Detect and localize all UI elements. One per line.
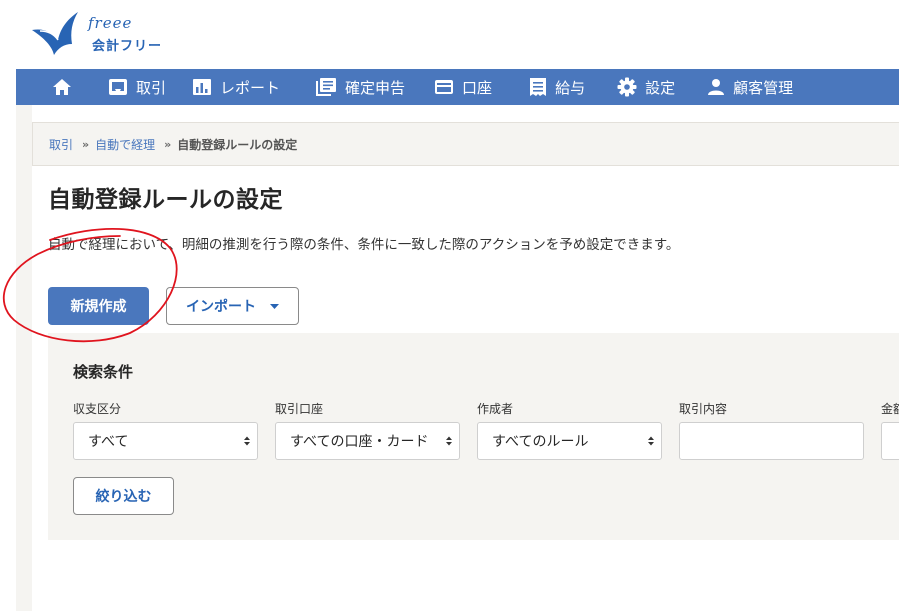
filter-button[interactable]: 絞り込む xyxy=(73,477,174,515)
select-arrows-icon xyxy=(648,436,654,446)
brand-script: freee xyxy=(88,14,133,32)
bar-chart-icon xyxy=(193,79,212,95)
import-label: インポート xyxy=(186,299,256,315)
nav-item-settings[interactable]: 設定 xyxy=(617,69,675,105)
nav-label-tax-return: 確定申告 xyxy=(345,78,406,97)
breadcrumb-current: 自動登録ルールの設定 xyxy=(177,137,298,152)
nav-label-customers: 顧客管理 xyxy=(733,78,794,97)
breadcrumb: 取引 » 自動で経理 » 自動登録ルールの設定 xyxy=(32,122,899,166)
creator-select[interactable]: すべてのルール xyxy=(477,422,662,460)
breadcrumb-separator: » xyxy=(82,137,90,151)
nav-label-payroll: 給与 xyxy=(555,78,586,97)
nav-item-reports[interactable]: レポート xyxy=(192,69,280,105)
search-panel: 検索条件 収支区分 すべて 取引口座 すべての口座・カード 作成者 すべてのルー… xyxy=(48,333,899,540)
nav-label-settings: 設定 xyxy=(645,78,676,97)
page-description: 自動で経理において、明細の推測を行う際の条件、条件に一致した際のアクションを予め… xyxy=(48,237,680,253)
nav-item-payroll[interactable]: 給与 xyxy=(529,69,585,105)
description-input[interactable] xyxy=(679,422,864,460)
swallow-logo-icon xyxy=(32,12,78,55)
nav-label-accounts: 口座 xyxy=(462,78,493,97)
breadcrumb-link-transactions[interactable]: 取引 xyxy=(49,136,73,153)
creator-value: すべてのルール xyxy=(492,434,589,450)
main-navbar: 取引 レポート 確定申告 口座 給与 設定 顧客管理 xyxy=(16,69,899,105)
freee-logo[interactable]: freee 会計フリー xyxy=(30,10,180,58)
select-arrows-icon xyxy=(244,436,250,446)
income-expense-select[interactable]: すべて xyxy=(73,422,258,460)
left-gutter xyxy=(16,105,32,611)
label-description: 取引内容 xyxy=(679,402,728,416)
inbox-icon xyxy=(109,79,127,95)
import-dropdown-button[interactable]: インポート xyxy=(166,287,299,325)
select-arrows-icon xyxy=(446,436,452,446)
brand-name: 会計フリー xyxy=(92,39,163,54)
document-stack-icon xyxy=(316,78,337,96)
nav-item-accounts[interactable]: 口座 xyxy=(434,69,492,105)
label-income-expense: 収支区分 xyxy=(73,402,122,416)
nav-label-reports: レポート xyxy=(220,78,281,97)
breadcrumb-link-auto-accounting[interactable]: 自動で経理 xyxy=(95,136,155,153)
label-creator: 作成者 xyxy=(477,402,514,416)
gear-icon xyxy=(617,77,637,97)
nav-item-transactions[interactable]: 取引 xyxy=(108,69,166,105)
receipt-icon xyxy=(530,78,547,96)
page-title: 自動登録ルールの設定 xyxy=(48,187,283,213)
person-icon xyxy=(708,79,725,95)
income-expense-value: すべて xyxy=(88,434,129,450)
nav-item-tax-return[interactable]: 確定申告 xyxy=(315,69,405,105)
home-icon xyxy=(53,79,71,95)
label-account: 取引口座 xyxy=(275,402,324,416)
credit-card-icon xyxy=(435,80,454,94)
breadcrumb-separator: » xyxy=(164,137,172,151)
search-title: 検索条件 xyxy=(73,363,134,381)
account-select[interactable]: すべての口座・カード xyxy=(275,422,460,460)
label-amount: 金額 xyxy=(881,402,899,416)
caret-down-icon xyxy=(270,303,279,309)
account-value: すべての口座・カード xyxy=(290,434,429,450)
nav-item-home[interactable] xyxy=(52,69,80,105)
nav-item-customers[interactable]: 顧客管理 xyxy=(707,69,793,105)
amount-input[interactable] xyxy=(881,422,899,460)
create-new-button[interactable]: 新規作成 xyxy=(48,287,149,325)
nav-label-transactions: 取引 xyxy=(136,78,167,97)
